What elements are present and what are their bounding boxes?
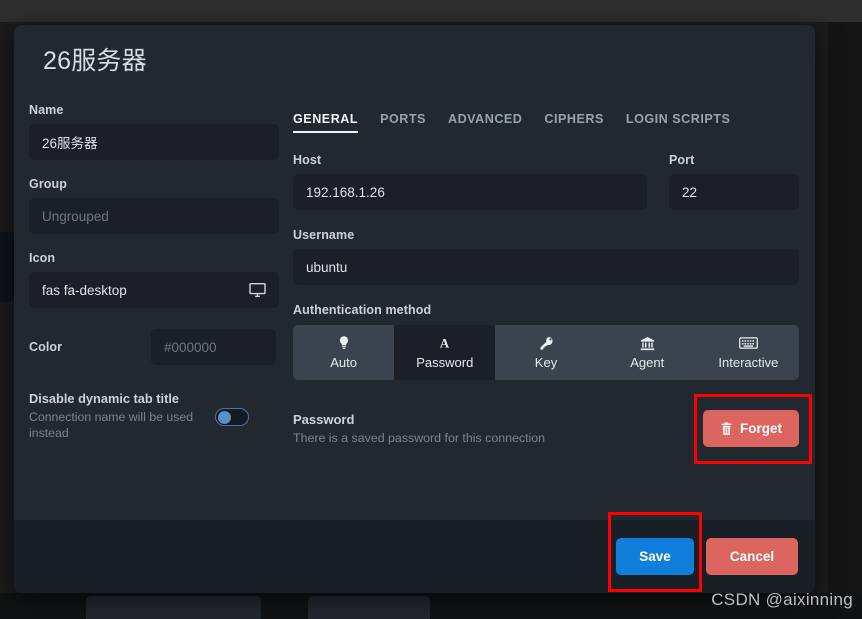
name-field-block: Name 26服务器 [29,103,279,160]
host-port-row: Host 192.168.1.26 Port 22 [293,153,799,210]
auth-option-key-label: Key [534,355,558,370]
saved-password-row: Password There is a saved password for t… [293,410,799,447]
auth-option-agent[interactable]: Agent [596,325,698,380]
disable-dynamic-tab-title-row: Disable dynamic tab title Connection nam… [29,391,279,441]
tab-general[interactable]: GENERAL [293,112,359,133]
password-section-label: Password [293,412,355,427]
keyboard-icon [739,335,758,351]
auth-option-auto[interactable]: Auto [293,325,395,380]
left-settings-column: Name 26服务器 Group Ungrouped Icon fas fa-d… [29,103,279,441]
cancel-button[interactable]: Cancel [706,538,798,575]
disable-dynamic-tab-title-description: Connection name will be used instead [29,410,194,440]
trash-icon [720,422,733,436]
letter-a-icon: A [437,335,452,351]
background-left-tab-handle [0,232,14,302]
modal-title: 26服务器 [43,47,147,75]
background-titlebar [0,0,862,22]
modal-footer: Save Cancel [14,520,815,593]
tab-advanced[interactable]: ADVANCED [448,112,522,133]
tab-login-scripts[interactable]: LOGIN SCRIPTS [626,112,730,133]
background-right-panel [828,22,862,619]
toggle-text-group: Disable dynamic tab title Connection nam… [29,391,207,441]
host-label: Host [293,153,322,167]
color-label: Color [29,340,63,354]
auth-option-password[interactable]: A Password [394,325,496,380]
password-saved-description: There is a saved password for this conne… [293,431,546,445]
settings-tabs: GENERAL PORTS ADVANCED CIPHERS LOGIN SCR… [293,103,799,133]
auth-option-interactive[interactable]: Interactive [697,325,799,380]
disable-dynamic-tab-title-toggle[interactable] [215,408,249,426]
color-input[interactable]: #000000 [151,329,276,365]
username-input[interactable]: ubuntu [293,249,799,285]
icon-label: Icon [29,251,56,265]
authentication-method-group: Auto A Password Key Agent Interactive [293,325,799,380]
key-icon [538,335,555,351]
background-taskbar-item-2 [308,596,430,619]
svg-text:A: A [440,337,450,351]
port-input[interactable]: 22 [669,174,799,210]
host-input[interactable]: 192.168.1.26 [293,174,647,210]
auth-option-auto-label: Auto [330,355,357,370]
saved-password-texts: Password There is a saved password for t… [293,412,545,445]
forget-password-button[interactable]: Forget [703,410,799,447]
authentication-method-label: Authentication method [293,303,432,317]
username-field-block: Username ubuntu [293,228,799,285]
toggle-knob [218,411,231,424]
watermark: CSDN @aixinning [711,590,853,609]
forget-password-label: Forget [740,421,782,436]
name-label: Name [29,103,64,117]
tab-ports[interactable]: PORTS [380,112,426,133]
name-input[interactable]: 26服务器 [29,124,279,160]
group-label: Group [29,177,67,191]
save-button[interactable]: Save [616,538,694,575]
right-settings-column: GENERAL PORTS ADVANCED CIPHERS LOGIN SCR… [293,103,799,447]
desktop-icon [248,281,267,300]
bank-icon [640,335,655,351]
group-field-block: Group Ungrouped [29,177,279,234]
port-label: Port [669,153,695,167]
auth-option-interactive-label: Interactive [718,355,779,370]
group-input[interactable]: Ungrouped [29,198,279,234]
auth-option-password-label: Password [416,355,474,370]
icon-input-wrapper: fas fa-desktop [29,272,279,308]
username-label: Username [293,228,355,242]
icon-input[interactable]: fas fa-desktop [29,272,279,308]
modal-body: Name 26服务器 Group Ungrouped Icon fas fa-d… [14,103,815,520]
screen: 26服务器 Name 26服务器 Group Ungrouped Icon fa… [0,0,862,619]
connection-settings-modal: 26服务器 Name 26服务器 Group Ungrouped Icon fa… [14,25,815,593]
icon-field-block: Icon fas fa-desktop [29,251,279,308]
background-taskbar-item-1 [86,596,261,619]
color-field-block: Color #000000 [29,329,279,365]
auth-option-key[interactable]: Key [495,325,597,380]
authentication-method-block: Authentication method Auto A Password Ke… [293,303,799,380]
disable-dynamic-tab-title-label: Disable dynamic tab title [29,391,180,406]
lightbulb-icon [337,335,351,351]
port-field-block: Port 22 [669,153,799,210]
tab-ciphers[interactable]: CIPHERS [544,112,603,133]
host-field-block: Host 192.168.1.26 [293,153,647,210]
auth-option-agent-label: Agent [630,355,665,370]
